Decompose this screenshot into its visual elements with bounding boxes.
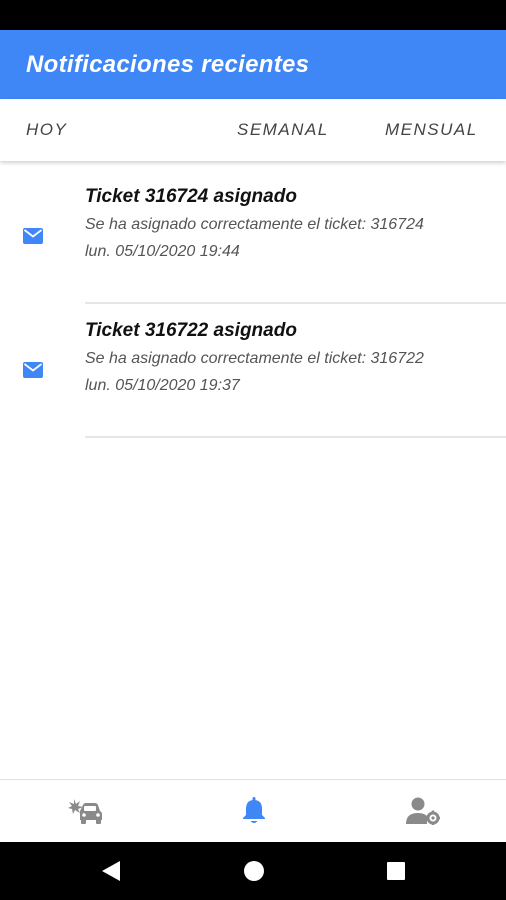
back-button[interactable] — [81, 842, 141, 900]
mail-icon — [23, 362, 43, 378]
recents-button[interactable] — [366, 842, 426, 900]
notification-list: Ticket 316724 asignado Se ha asignado co… — [0, 170, 506, 438]
recents-square-icon — [387, 862, 405, 880]
notification-date: lun. 05/10/2020 19:37 — [85, 377, 240, 394]
notification-content: Ticket 316722 asignado Se ha asignado co… — [85, 318, 506, 398]
notification-item[interactable]: Ticket 316722 asignado Se ha asignado co… — [0, 304, 506, 438]
notification-item[interactable]: Ticket 316724 asignado Se ha asignado co… — [0, 170, 506, 304]
notification-date: lun. 05/10/2020 19:44 — [85, 243, 240, 260]
tab-mensual[interactable]: MENSUAL — [385, 99, 478, 161]
notification-title: Ticket 316722 asignado — [85, 320, 297, 341]
notification-content: Ticket 316724 asignado Se ha asignado co… — [85, 184, 506, 264]
bottom-nav — [0, 779, 506, 842]
bell-icon — [243, 797, 265, 823]
home-button[interactable] — [224, 842, 284, 900]
tab-hoy[interactable]: HOY — [26, 99, 67, 161]
status-bar — [0, 0, 506, 30]
app-bar: Notificaciones recientes — [0, 30, 506, 99]
screen: Notificaciones recientes HOY SEMANAL MEN… — [0, 0, 506, 900]
page-title: Notificaciones recientes — [26, 50, 310, 78]
mail-icon — [23, 228, 43, 244]
notification-body: Se ha asignado correctamente el ticket: … — [85, 216, 424, 233]
period-tabs: HOY SEMANAL MENSUAL — [0, 99, 506, 161]
notification-title: Ticket 316724 asignado — [85, 186, 297, 207]
system-nav-bar — [0, 842, 506, 900]
car-crash-icon — [68, 799, 102, 824]
user-settings-icon — [406, 797, 440, 825]
nav-profile-settings-button[interactable] — [383, 780, 463, 842]
notification-body: Se ha asignado correctamente el ticket: … — [85, 350, 424, 367]
home-circle-icon — [244, 861, 264, 881]
back-triangle-icon — [102, 861, 120, 881]
divider — [85, 436, 506, 438]
nav-notifications-button[interactable] — [214, 780, 294, 842]
tab-semanal[interactable]: SEMANAL — [237, 99, 329, 161]
nav-vehicles-button[interactable] — [45, 780, 125, 842]
